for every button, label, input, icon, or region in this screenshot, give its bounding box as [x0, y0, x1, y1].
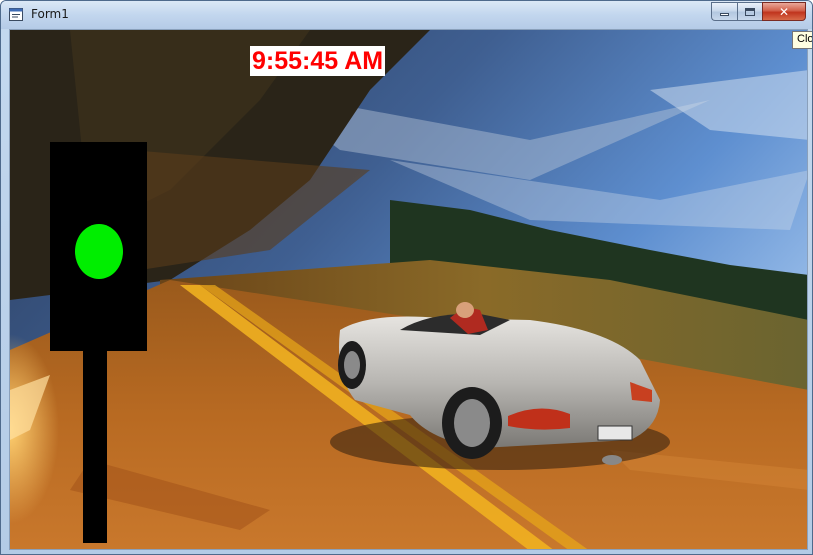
caption-buttons: ✕: [711, 2, 806, 21]
traffic-light-pole: [83, 351, 107, 543]
maximize-icon: [745, 7, 755, 16]
window-title: Form1: [31, 7, 69, 21]
form-client-area: 9:55:45 AM: [9, 29, 808, 550]
close-button[interactable]: ✕: [762, 2, 806, 21]
minimize-icon: [720, 13, 729, 16]
maximize-button[interactable]: [737, 2, 762, 21]
close-tooltip: Close: [792, 31, 812, 49]
green-light-indicator: [75, 224, 123, 279]
close-icon: ✕: [778, 4, 790, 19]
form-window: Form1 ✕ Close: [0, 0, 813, 555]
app-window-icon: [9, 8, 23, 21]
minimize-button[interactable]: [711, 2, 737, 21]
title-bar[interactable]: Form1 ✕: [1, 1, 812, 29]
clock-label: 9:55:45 AM: [250, 46, 386, 76]
